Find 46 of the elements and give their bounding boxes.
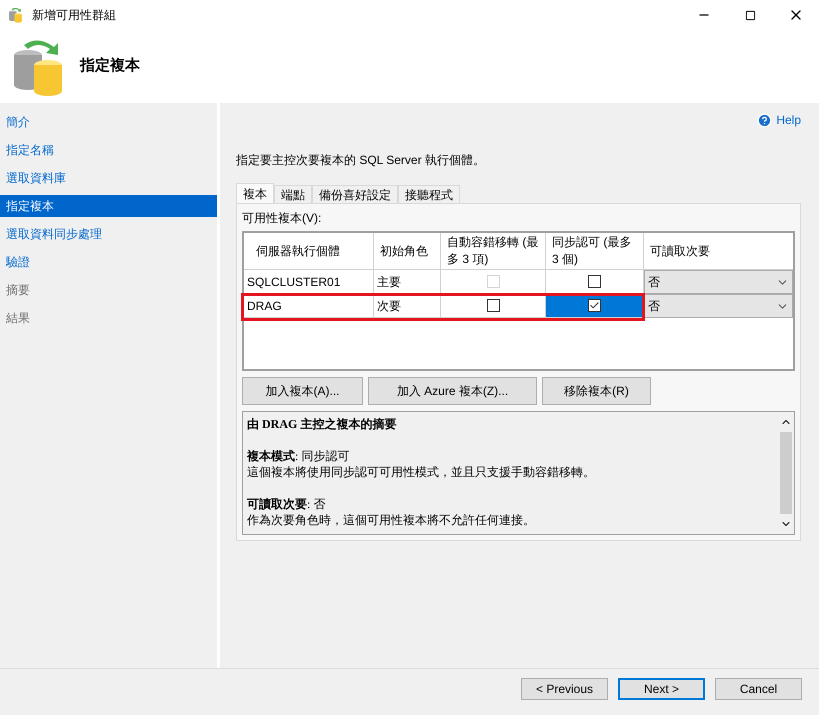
instruction-text: 指定要主控次要複本的 SQL Server 執行個體。 xyxy=(236,152,486,169)
sidebar-item[interactable]: 簡介 xyxy=(0,111,217,133)
checkbox[interactable] xyxy=(588,299,601,312)
sidebar-item[interactable]: 選取資料同步處理 xyxy=(0,223,217,245)
action-button[interactable]: 加入 Azure 複本(Z)... xyxy=(368,377,537,405)
tab[interactable]: 備份喜好設定 xyxy=(312,185,398,203)
checkbox[interactable] xyxy=(486,299,500,312)
column-header: 伺服器執行個體 xyxy=(244,233,374,269)
column-header: 自動容錯移轉 (最多 3 項) xyxy=(441,233,546,269)
readable-dropdown[interactable]: 否 xyxy=(644,294,793,318)
summary-heading: 複本模式: 同步認可 xyxy=(247,448,350,464)
table-row[interactable]: SQLCLUSTER01 主要 否 xyxy=(244,270,793,294)
summary-text: 這個複本將使用同步認可可用性模式，並且只支援手動容錯移轉。 xyxy=(247,464,596,480)
database-icon xyxy=(8,7,24,23)
help-link[interactable]: Help xyxy=(776,111,801,129)
sidebar-item[interactable]: 選取資料庫 xyxy=(0,167,217,189)
tab[interactable]: 接聽程式 xyxy=(398,185,460,203)
checkbox[interactable] xyxy=(588,275,601,288)
table-cell: DRAG xyxy=(244,294,374,318)
column-header: 同步認可 (最多 3 個) xyxy=(546,233,644,269)
table-label: 可用性複本(V): xyxy=(242,210,322,227)
sidebar-item[interactable]: 指定複本 xyxy=(0,195,217,217)
window-title: 新增可用性群組 xyxy=(32,7,116,24)
table-cell: SQLCLUSTER01 xyxy=(244,270,374,294)
table-cell: 主要 xyxy=(374,270,441,294)
page-title: 指定複本 xyxy=(80,56,140,76)
table-cell: 次要 xyxy=(374,294,441,318)
tab[interactable]: 複本 xyxy=(236,183,274,203)
wizard-button[interactable]: Cancel xyxy=(715,678,802,700)
sidebar-item[interactable]: 驗證 xyxy=(0,251,217,273)
summary-title: 由 DRAG 主控之複本的摘要 xyxy=(247,416,398,432)
column-header: 可讀取次要 xyxy=(649,242,711,260)
table-row[interactable]: DRAG 次要 否 xyxy=(244,294,793,318)
sidebar-item[interactable]: 指定名稱 xyxy=(0,139,217,161)
summary-text: 作為次要角色時，這個可用性複本將不允許任何連接。 xyxy=(247,512,536,528)
action-button[interactable]: 加入複本(A)... xyxy=(242,377,363,405)
maximize-icon xyxy=(744,10,756,20)
help-icon xyxy=(757,112,772,128)
tab[interactable]: 端點 xyxy=(274,185,312,203)
readable-dropdown[interactable]: 否 xyxy=(644,270,793,294)
wizard-button[interactable]: < Previous xyxy=(521,678,608,700)
wizard-button[interactable]: Next > xyxy=(618,678,705,700)
column-header: 初始角色 xyxy=(374,233,441,269)
check-icon xyxy=(589,300,600,311)
action-button[interactable]: 移除複本(R) xyxy=(542,377,651,405)
summary-heading: 可讀取次要: 否 xyxy=(247,496,326,512)
